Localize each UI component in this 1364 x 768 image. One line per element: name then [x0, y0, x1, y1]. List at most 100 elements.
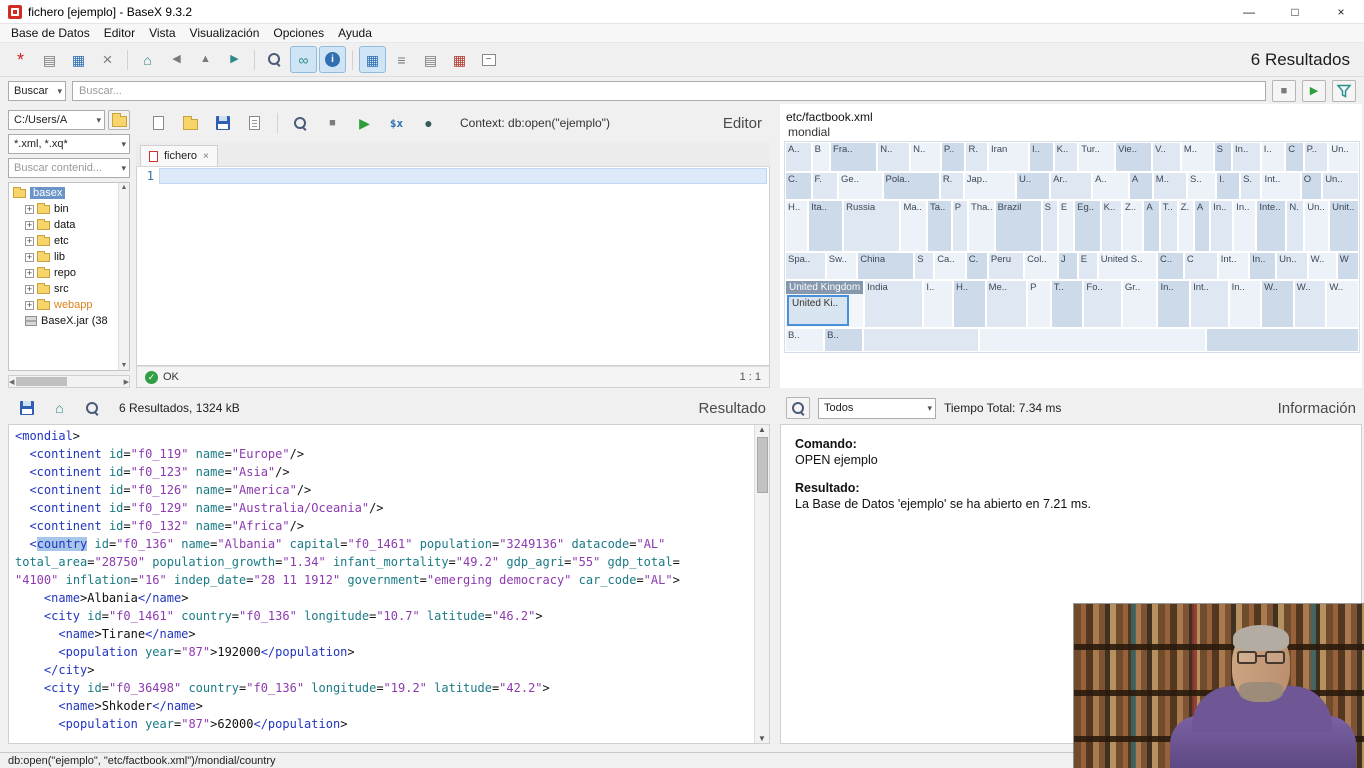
- map-view-button[interactable]: ▦: [359, 46, 386, 73]
- path-select[interactable]: C:/Users/A ▾: [8, 110, 105, 130]
- menu-item-editor[interactable]: Editor: [97, 24, 142, 42]
- menu-item-base-de-datos[interactable]: Base de Datos: [4, 24, 97, 42]
- map-cell[interactable]: U..: [1016, 172, 1050, 200]
- map-cell[interactable]: P..: [1304, 142, 1329, 172]
- map-cell[interactable]: F.: [812, 172, 839, 200]
- content-search-select[interactable]: Buscar contenid... ▾: [8, 158, 130, 178]
- map-cell[interactable]: A: [1194, 200, 1210, 252]
- map-cell[interactable]: I..: [1029, 142, 1054, 172]
- code-line[interactable]: <population year="87">192000</population…: [15, 643, 753, 661]
- scroll-down-icon[interactable]: ▼: [121, 362, 128, 369]
- maximize-button[interactable]: □: [1272, 0, 1318, 23]
- map-cell[interactable]: Ca..: [934, 252, 966, 280]
- map-cell[interactable]: P: [952, 200, 968, 252]
- scrollbar-thumb[interactable]: [757, 437, 768, 493]
- map-cell[interactable]: B..: [824, 328, 863, 352]
- expand-icon[interactable]: +: [25, 205, 34, 214]
- map-cell[interactable]: S: [914, 252, 934, 280]
- map-cell[interactable]: Int..: [1261, 172, 1300, 200]
- map-cell[interactable]: J: [1058, 252, 1078, 280]
- map-cell-selected[interactable]: United Ki..: [787, 295, 849, 326]
- scroll-up-icon[interactable]: ▲: [121, 184, 128, 191]
- search-mode-select[interactable]: Buscar ▾: [8, 81, 66, 101]
- map-cell[interactable]: In..: [1157, 280, 1190, 328]
- map-cell[interactable]: [979, 328, 1206, 352]
- stop-button[interactable]: ■: [319, 110, 346, 137]
- map-cell[interactable]: Inte..: [1256, 200, 1286, 252]
- home-button[interactable]: ⌂: [134, 46, 161, 73]
- map-cell[interactable]: W..: [1294, 280, 1327, 328]
- forward-button[interactable]: ▶: [221, 46, 248, 73]
- code-line[interactable]: <city id="f0_36498" country="f0_136" lon…: [15, 679, 753, 697]
- code-line[interactable]: <name>Shkoder</name>: [15, 697, 753, 715]
- map-cell[interactable]: H..: [785, 200, 808, 252]
- map-cell[interactable]: C..: [1157, 252, 1184, 280]
- tab-fichero[interactable]: fichero ×: [140, 145, 218, 166]
- close-database-button[interactable]: ×: [94, 46, 121, 73]
- map-cell[interactable]: Gr..: [1122, 280, 1158, 328]
- map-cell[interactable]: Un..: [1304, 200, 1329, 252]
- code-line[interactable]: <population year="87">62000</population>: [15, 715, 753, 733]
- map-cell[interactable]: Jap..: [964, 172, 1016, 200]
- map-cell[interactable]: W..: [1261, 280, 1294, 328]
- open-database-button[interactable]: ▤: [36, 46, 63, 73]
- editor-content[interactable]: 1: [136, 167, 770, 366]
- map-cell[interactable]: Peru: [988, 252, 1024, 280]
- map-cell[interactable]: P: [1027, 280, 1051, 328]
- code-line[interactable]: <continent id="f0_123" name="Asia"/>: [15, 463, 753, 481]
- filter-results-button[interactable]: [1332, 80, 1356, 102]
- map-cell[interactable]: Russia: [843, 200, 900, 252]
- map-cell[interactable]: H..: [953, 280, 986, 328]
- menu-item-visualizaci-n[interactable]: Visualización: [183, 24, 267, 42]
- follow-links-button[interactable]: ∞: [290, 46, 317, 73]
- scroll-up-icon[interactable]: ▲: [758, 425, 766, 434]
- code-line[interactable]: <continent id="f0_132" name="Africa"/>: [15, 517, 753, 535]
- map-cell[interactable]: Z..: [1122, 200, 1143, 252]
- result-home-button[interactable]: ⌂: [46, 395, 73, 422]
- map-cell[interactable]: Tur..: [1078, 142, 1115, 172]
- filter-search-button[interactable]: [261, 46, 288, 73]
- menu-item-vista[interactable]: Vista: [142, 24, 182, 42]
- code-line[interactable]: total_area="28750" population_growth="1.…: [15, 553, 753, 571]
- map-cell[interactable]: Spa..: [785, 252, 826, 280]
- map-cell[interactable]: Int..: [1218, 252, 1250, 280]
- tab-close-icon[interactable]: ×: [203, 151, 209, 162]
- tree-horizontal-scrollbar[interactable]: ◀ ▶: [8, 375, 130, 388]
- map-cell[interactable]: N..: [877, 142, 910, 172]
- new-file-button[interactable]: [145, 110, 172, 137]
- map-cell[interactable]: E: [1078, 252, 1098, 280]
- map-cell[interactable]: W..: [1308, 252, 1337, 280]
- map-cell[interactable]: S: [1042, 200, 1058, 252]
- map-cell[interactable]: Iran: [988, 142, 1029, 172]
- map-cell[interactable]: N.: [1286, 200, 1304, 252]
- map-cell[interactable]: M..: [1181, 142, 1214, 172]
- map-cell[interactable]: Unit..: [1329, 200, 1359, 252]
- run-button[interactable]: ▶: [351, 110, 378, 137]
- map-cell[interactable]: M..: [1153, 172, 1187, 200]
- map-cell[interactable]: In..: [1232, 142, 1261, 172]
- map-cell[interactable]: A: [1143, 200, 1159, 252]
- database-properties-button[interactable]: ▦: [65, 46, 92, 73]
- tree-item-lib[interactable]: +lib: [9, 249, 118, 265]
- save-result-button[interactable]: [13, 395, 40, 422]
- map-cell[interactable]: V..: [1152, 142, 1181, 172]
- map-cell[interactable]: Me..: [986, 280, 1027, 328]
- map-cell[interactable]: United S..: [1098, 252, 1157, 280]
- expand-icon[interactable]: +: [25, 253, 34, 262]
- go-button[interactable]: ●: [415, 110, 442, 137]
- map-cell[interactable]: C: [1285, 142, 1303, 172]
- code-line[interactable]: <continent id="f0_119" name="Europe"/>: [15, 445, 753, 463]
- map-cell[interactable]: Z.: [1178, 200, 1194, 252]
- map-cell[interactable]: Un..: [1276, 252, 1308, 280]
- map-cell[interactable]: Ar..: [1050, 172, 1092, 200]
- code-line[interactable]: <continent id="f0_126" name="America"/>: [15, 481, 753, 499]
- map-cell[interactable]: Un..: [1328, 142, 1359, 172]
- tree-item-basex-jar-38[interactable]: BaseX.jar (38: [9, 313, 118, 329]
- table-view-button[interactable]: ▦: [446, 46, 473, 73]
- code-line[interactable]: <continent id="f0_129" name="Australia/O…: [15, 499, 753, 517]
- close-button[interactable]: ×: [1318, 0, 1364, 23]
- tree-item-repo[interactable]: +repo: [9, 265, 118, 281]
- panel-toggle-button[interactable]: −: [475, 46, 502, 73]
- expand-icon[interactable]: +: [25, 237, 34, 246]
- result-view[interactable]: <mondial> <continent id="f0_119" name="E…: [8, 424, 770, 744]
